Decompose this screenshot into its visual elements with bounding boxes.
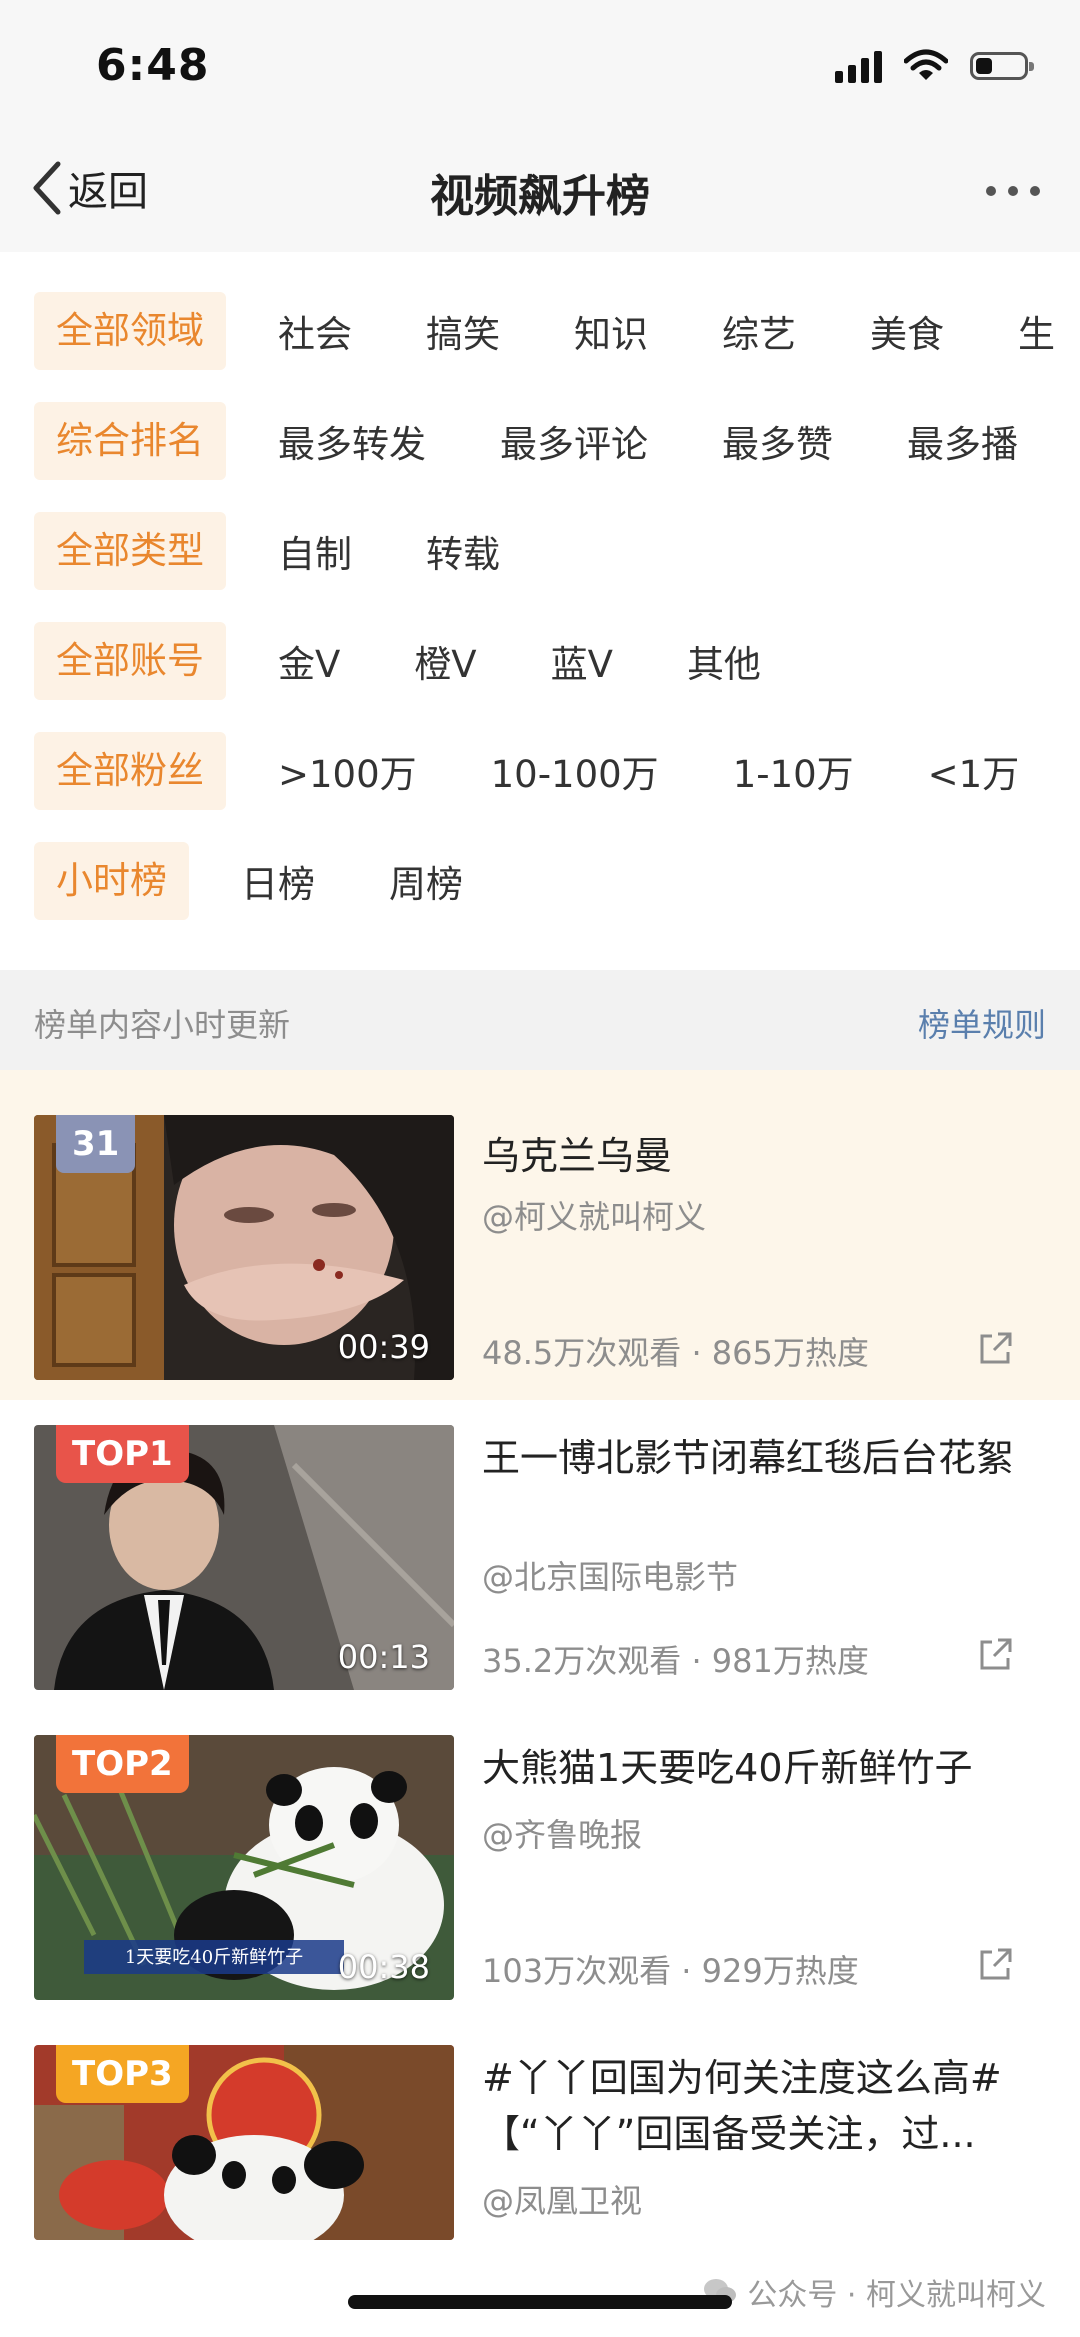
filter-selected-sort[interactable]: 综合排名 [34, 402, 226, 480]
video-stats: 48.5万次观看 · 865万热度 [482, 1328, 869, 1374]
page-title: 视频飙升榜 [430, 171, 650, 222]
filter-option[interactable]: 转载 [426, 524, 500, 578]
filter-option[interactable]: 蓝V [551, 634, 613, 688]
filter-option[interactable]: <1万 [928, 744, 1020, 798]
filter-selected-period[interactable]: 小时榜 [34, 842, 189, 920]
video-stats: 103万次观看 · 929万热度 [482, 1946, 859, 1992]
filter-option[interactable]: 生 [1018, 304, 1055, 358]
filter-row-fans: 全部粉丝 >100万 10-100万 1-10万 <1万 [34, 732, 1019, 810]
rank-badge: 31 [56, 1115, 136, 1173]
filter-selected-account[interactable]: 全部账号 [34, 622, 226, 700]
heat-count: 865万热度 [711, 1334, 869, 1372]
filter-option[interactable]: 最多转发 [278, 414, 426, 468]
filter-row-period: 小时榜 日榜 周榜 [34, 842, 503, 920]
info-bar: 榜单内容小时更新 榜单规则 [0, 970, 1080, 1070]
view-count: 103万次观看 [482, 1952, 672, 1990]
battery-icon [970, 52, 1034, 80]
filter-row-type: 全部类型 自制 转载 [34, 512, 540, 590]
filter-row-sort: 综合排名 最多转发 最多评论 最多赞 最多播 [34, 402, 1018, 480]
status-bar: 6:48 [0, 0, 1080, 130]
share-icon[interactable] [976, 1946, 1014, 1984]
rules-link[interactable]: 榜单规则 [918, 1000, 1046, 1046]
video-author[interactable]: @齐鲁晚报 [482, 1810, 642, 1856]
filter-option[interactable]: 知识 [574, 304, 648, 358]
video-author[interactable]: @柯义就叫柯义 [482, 1192, 706, 1238]
wifi-icon [904, 49, 948, 80]
video-author[interactable]: @北京国际电影节 [482, 1552, 738, 1598]
heat-count: 929万热度 [701, 1952, 859, 1990]
filter-option[interactable]: 自制 [278, 524, 352, 578]
rank-badge: TOP3 [56, 2045, 189, 2103]
video-title[interactable]: 王一博北影节闭幕红毯后台花絮 [482, 1430, 1022, 1486]
filter-option[interactable]: 金V [278, 634, 340, 688]
filter-option[interactable]: 其他 [687, 634, 761, 688]
status-time: 6:48 [96, 40, 210, 91]
thumbnail-caption: 1天要吃40斤新鲜竹子 [125, 1947, 303, 1968]
share-icon[interactable] [976, 1330, 1014, 1368]
filter-option[interactable]: 日榜 [241, 854, 315, 908]
video-duration: 00:38 [337, 1948, 430, 1986]
video-duration: 00:13 [337, 1638, 430, 1676]
filter-selected-fans[interactable]: 全部粉丝 [34, 732, 226, 810]
video-duration: 00:39 [337, 1328, 430, 1366]
video-author[interactable]: @凤凰卫视 [482, 2176, 642, 2222]
list-item[interactable]: TOP1 00:13 王一博北影节闭幕红毯后台花絮 @北京国际电影节 35.2万… [0, 1380, 1080, 1690]
filter-row-account: 全部账号 金V 橙V 蓝V 其他 [34, 622, 801, 700]
watermark-text: 公众号 · 柯义就叫柯义 [747, 2278, 1046, 2313]
filter-option[interactable]: 10-100万 [491, 744, 659, 798]
filter-option[interactable]: 综艺 [722, 304, 796, 358]
list-item[interactable]: 1天要吃40斤新鲜竹子 TOP2 00:38 大熊猫1天要吃40斤新鲜竹子 @齐… [0, 1690, 1080, 2000]
more-dots-icon[interactable] [986, 186, 1040, 196]
home-indicator[interactable] [348, 2295, 732, 2309]
filter-option[interactable]: 最多播 [907, 414, 1018, 468]
share-icon[interactable] [976, 1636, 1014, 1674]
filter-option[interactable]: 周榜 [389, 854, 463, 908]
video-stats: 35.2万次观看 · 981万热度 [482, 1636, 869, 1682]
video-thumbnail[interactable]: TOP1 00:13 [34, 1425, 454, 1690]
status-icons [835, 46, 1034, 86]
filter-option[interactable]: 社会 [278, 304, 352, 358]
filter-row-domain: 全部领域 社会 搞笑 知识 综艺 美食 生 [34, 292, 1055, 370]
filter-option[interactable]: 美食 [870, 304, 944, 358]
video-title[interactable]: 乌克兰乌曼 [482, 1128, 1022, 1184]
filter-option[interactable]: 最多赞 [722, 414, 833, 468]
separator-dot: · [681, 1642, 712, 1680]
video-title[interactable]: #丫丫回国为何关注度这么高#【“丫丫”回国备受关注，过... [482, 2050, 1022, 2162]
nav-bar: 返回 视频飙升榜 [0, 130, 1080, 252]
list-item[interactable]: TOP3 #丫丫回国为何关注度这么高#【“丫丫”回国备受关注，过... @凤凰卫… [0, 2000, 1080, 2310]
filter-panel: 全部领域 社会 搞笑 知识 综艺 美食 生 综合排名 最多转发 最多评论 最多赞… [0, 252, 1080, 970]
watermark: 公众号 · 柯义就叫柯义 [703, 2270, 1046, 2314]
video-thumbnail[interactable]: 31 00:39 [34, 1115, 454, 1380]
filter-option[interactable]: >100万 [278, 744, 417, 798]
list-item[interactable]: 31 00:39 乌克兰乌曼 @柯义就叫柯义 48.5万次观看 · 865万热度 [0, 1070, 1080, 1400]
heat-count: 981万热度 [711, 1642, 869, 1680]
rank-badge: TOP1 [56, 1425, 189, 1483]
update-note: 榜单内容小时更新 [34, 1006, 291, 1044]
filter-selected-type[interactable]: 全部类型 [34, 512, 226, 590]
view-count: 48.5万次观看 [482, 1334, 682, 1372]
video-thumbnail[interactable]: TOP3 [34, 2045, 454, 2240]
separator-dot: · [681, 1334, 712, 1372]
filter-option[interactable]: 最多评论 [500, 414, 648, 468]
video-thumbnail[interactable]: 1天要吃40斤新鲜竹子 TOP2 00:38 [34, 1735, 454, 2000]
filter-option[interactable]: 橙V [414, 634, 476, 688]
filter-option[interactable]: 搞笑 [426, 304, 500, 358]
view-count: 35.2万次观看 [482, 1642, 682, 1680]
filter-option[interactable]: 1-10万 [733, 744, 854, 798]
separator-dot: · [671, 1952, 702, 1990]
rank-badge: TOP2 [56, 1735, 189, 1793]
filter-selected-domain[interactable]: 全部领域 [34, 292, 226, 370]
signal-icon [835, 49, 882, 83]
video-title[interactable]: 大熊猫1天要吃40斤新鲜竹子 [482, 1740, 1022, 1796]
